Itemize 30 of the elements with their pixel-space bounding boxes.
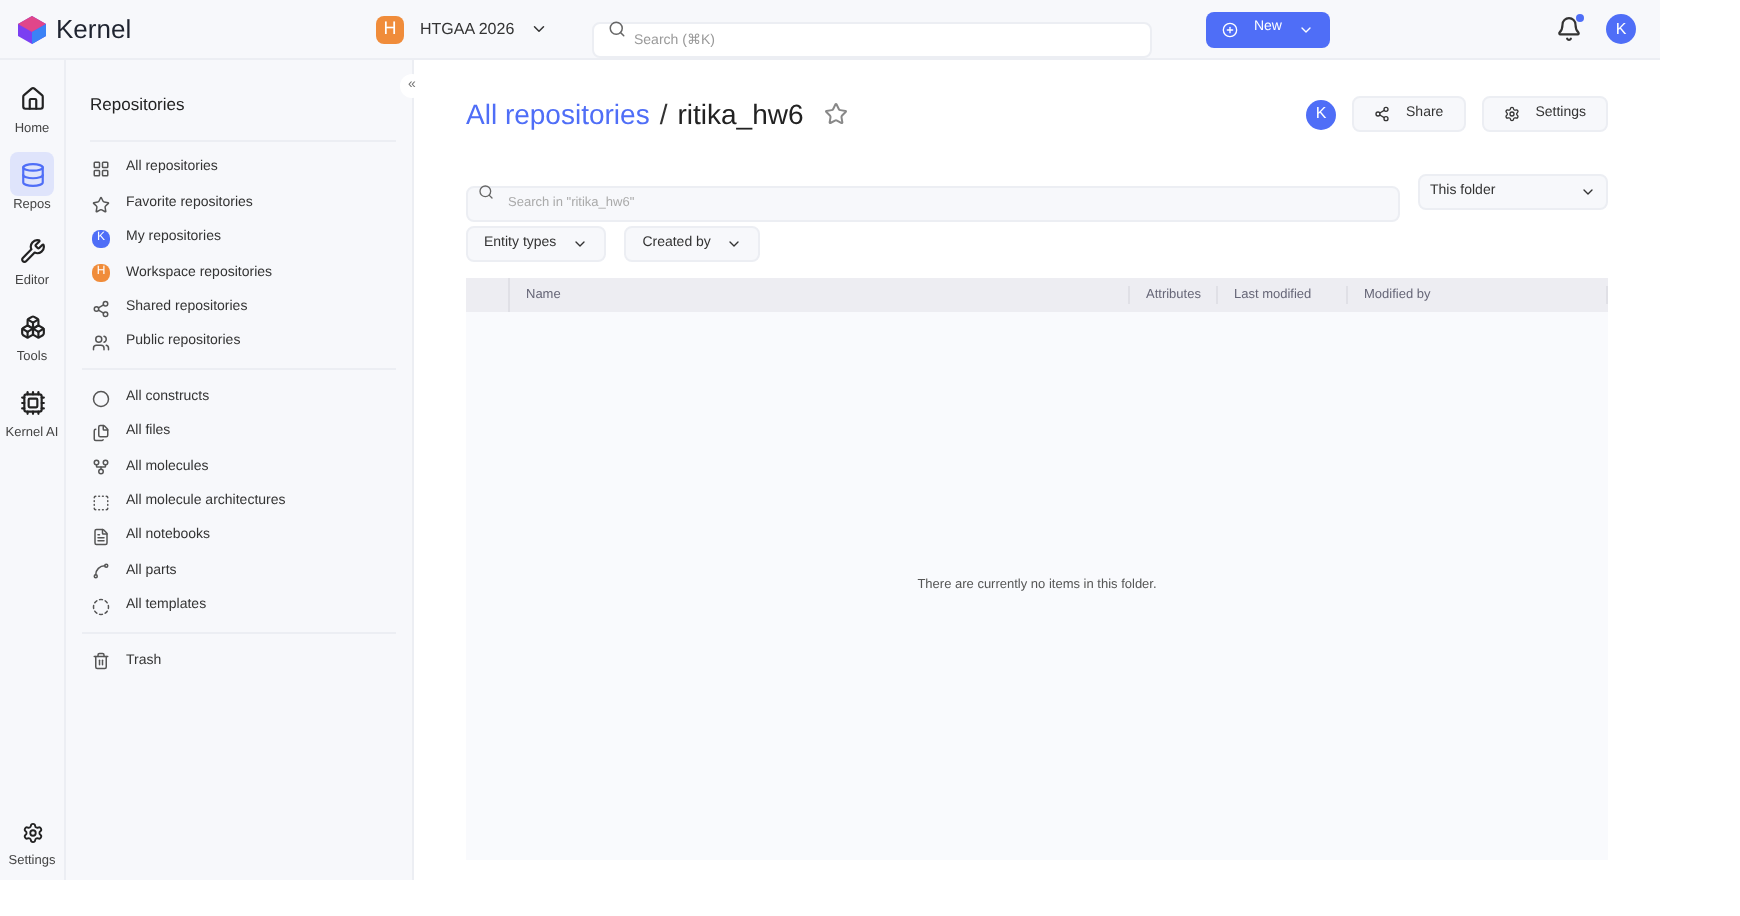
plus-icon [1221, 21, 1238, 37]
notification-bell[interactable] [1556, 16, 1582, 42]
trash-icon [92, 652, 110, 671]
sidebar-title: Repositories [90, 94, 185, 114]
grid-icon [92, 160, 110, 179]
users-icon [92, 334, 110, 353]
workspace-switcher[interactable]: H HTGAA 2026 [376, 15, 592, 43]
files-icon [92, 423, 110, 442]
share-icon [92, 299, 110, 318]
app-logo-text: Kernel [56, 11, 132, 48]
search-icon [608, 20, 626, 38]
owner-avatar: K [1306, 99, 1337, 129]
chevron-icon [1580, 184, 1596, 200]
chevron-icon [530, 20, 549, 38]
chevron-icon [572, 236, 589, 252]
settings-icon [1503, 106, 1520, 122]
breadcrumb-current: ritika_hw6 [677, 95, 804, 134]
favorite-star-icon[interactable] [823, 102, 848, 126]
logo-icon [16, 13, 48, 45]
circle-icon [92, 389, 110, 408]
breadcrumb-link[interactable]: All repositories [466, 93, 650, 135]
breadcrumb-separator: / [659, 95, 668, 133]
chevron-icon [726, 236, 743, 252]
notebook-icon [92, 528, 110, 547]
star-icon [92, 195, 110, 214]
home-icon [19, 85, 45, 111]
user-avatar[interactable]: K [1606, 14, 1636, 44]
share-icon [1374, 106, 1391, 122]
search-icon [478, 184, 494, 200]
settings-icon[interactable] [21, 822, 43, 845]
